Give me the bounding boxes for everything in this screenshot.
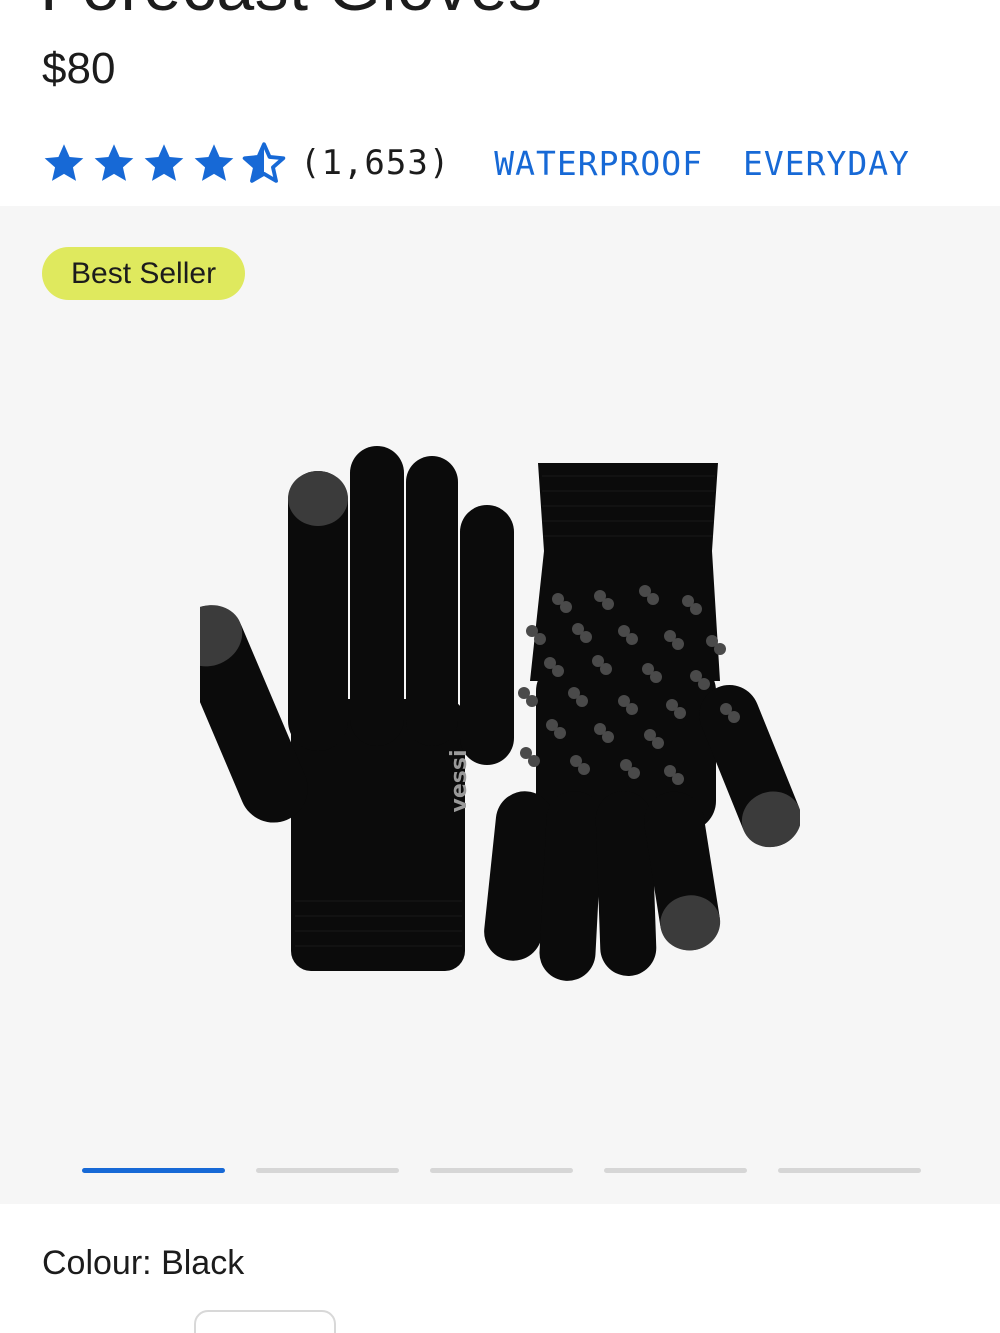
review-count-link[interactable]: (1,653) xyxy=(300,143,450,183)
star-icon xyxy=(194,144,234,181)
pager-dot-4[interactable] xyxy=(604,1168,747,1173)
product-title: Forecast Gloves xyxy=(40,0,543,26)
best-seller-badge: Best Seller xyxy=(42,247,246,300)
colour-label: Colour: xyxy=(42,1244,152,1282)
half-star-icon xyxy=(242,142,286,183)
tag-waterproof[interactable]: WATERPROOF xyxy=(494,144,703,183)
right-glove xyxy=(484,463,800,981)
tag-everyday[interactable]: EVERYDAY xyxy=(743,144,910,183)
colour-swatch-black[interactable] xyxy=(194,1310,336,1333)
product-price: $80 xyxy=(42,44,116,93)
product-image-gloves[interactable]: vessi xyxy=(200,431,800,991)
pager-dot-5[interactable] xyxy=(778,1168,921,1173)
colour-value: Black xyxy=(161,1244,245,1282)
product-gallery[interactable]: Best Seller vessi xyxy=(0,206,1000,1204)
pager-dot-2[interactable] xyxy=(256,1168,399,1173)
star-icon xyxy=(144,144,184,181)
pager-dot-3[interactable] xyxy=(430,1168,573,1173)
vessi-logo-text: vessi xyxy=(447,750,472,813)
star-rating[interactable] xyxy=(42,141,286,185)
rating-row: (1,653) WATERPROOF EVERYDAY xyxy=(42,138,910,188)
pager-dot-1[interactable] xyxy=(82,1168,225,1173)
gallery-pager xyxy=(82,1168,921,1173)
star-icon xyxy=(44,144,84,181)
left-glove: vessi xyxy=(200,446,514,971)
star-icon xyxy=(94,144,134,181)
colour-selection-label: Colour: Black xyxy=(42,1244,244,1283)
